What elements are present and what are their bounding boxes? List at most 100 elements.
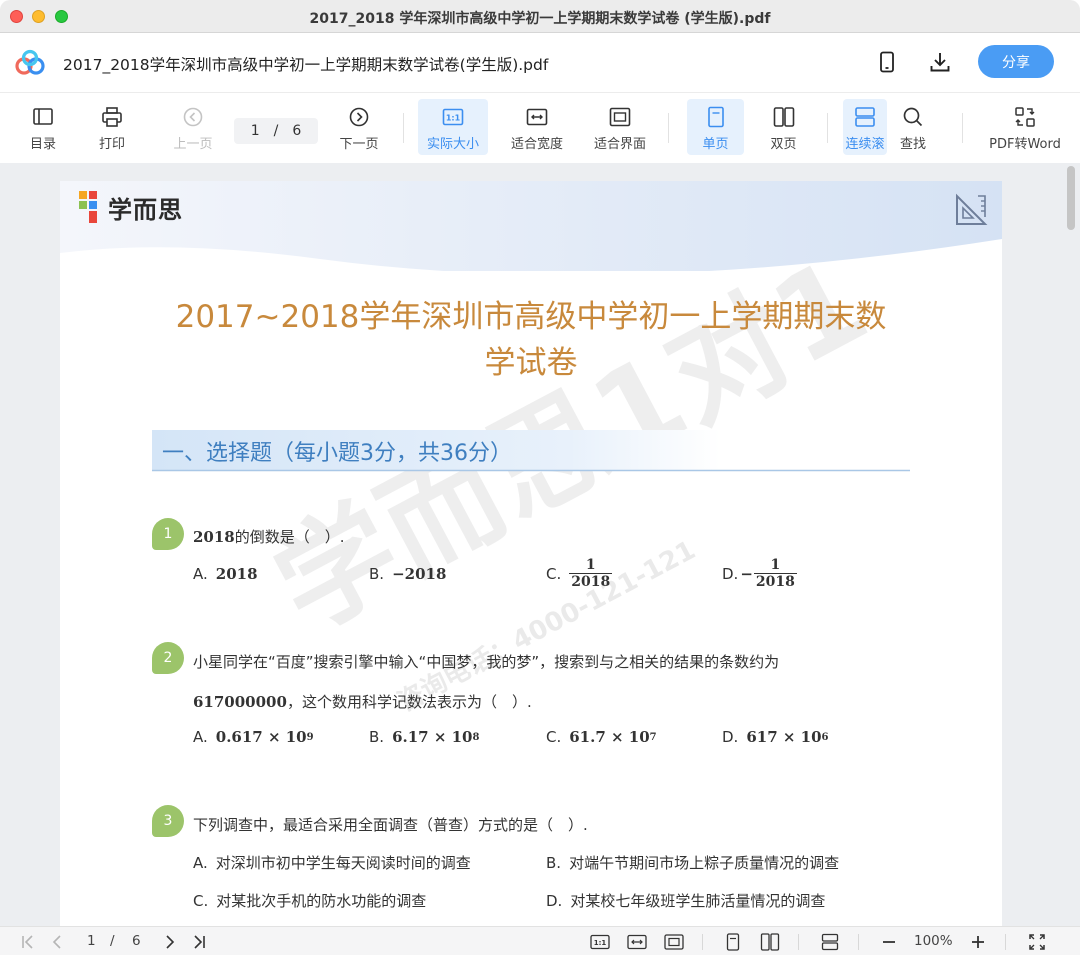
page-header-banner	[60, 181, 1002, 271]
search-icon	[903, 107, 923, 127]
q3-option-c: C. 对某批次手机的防水功能的调查	[193, 891, 427, 911]
fit-page-icon	[609, 107, 631, 127]
app-header: 2017_2018学年深圳市高级中学初一上学期期末数学试卷(学生版).pdf 分…	[0, 33, 1080, 93]
single-page-button[interactable]: 单页	[687, 99, 744, 155]
fit-width-icon[interactable]	[627, 932, 647, 952]
question-2-text: 小星同学在“百度”搜索引擎中输入“中国梦，我的梦”，搜索到与之相关的结果的条数约…	[193, 653, 780, 671]
doc-title-line1: 2017~2018学年深圳市高级中学初一上学期期末数	[175, 299, 887, 335]
fit-width-button[interactable]: 适合宽度	[502, 99, 572, 155]
q1-option-d: D. − 1 2018	[722, 557, 797, 590]
q1-option-b: B. −2018	[369, 565, 447, 583]
share-button[interactable]: 分享	[978, 45, 1054, 78]
question-1-text: 2018的倒数是（ ）.	[193, 528, 345, 546]
toolbar-divider	[403, 113, 404, 143]
q2-option-d: D. 617 × 10 6	[722, 728, 829, 746]
section-title: 一、选择题（每小题3分，共36分）	[162, 441, 512, 466]
mobile-icon[interactable]	[874, 49, 900, 75]
question-3-text: 下列调查中，最适合采用全面调查（普查）方式的是（ ）.	[193, 816, 588, 834]
prev-page-label: 上一页	[173, 137, 213, 152]
next-page-button[interactable]: 下一页	[324, 99, 394, 155]
double-page-icon[interactable]	[760, 932, 780, 952]
window-title: 2017_2018 学年深圳市高级中学初一上学期期末数学试卷 (学生版).pdf	[309, 11, 771, 27]
fit-width-label: 适合宽度	[510, 137, 563, 152]
toolbar: 目录 打印 上一页 下一页 1:1 实际大小 适合宽度 适合界面 单页 双页 连…	[0, 93, 1080, 163]
chevron-right-circle-icon	[349, 107, 369, 127]
double-page-label: 双页	[770, 137, 797, 152]
single-page-label: 单页	[702, 137, 729, 152]
toc-icon	[33, 108, 53, 125]
document-name: 2017_2018学年深圳市高级中学初一上学期期末数学试卷(学生版).pdf	[63, 56, 549, 74]
svg-text:1:1: 1:1	[446, 114, 461, 123]
print-label: 打印	[98, 137, 125, 152]
svg-text:1:1: 1:1	[594, 939, 607, 947]
doc-title-line2: 学试卷	[484, 345, 578, 381]
question-number-badge: 2	[152, 642, 184, 674]
next-page-icon[interactable]	[160, 932, 180, 952]
prev-page-icon[interactable]	[47, 932, 67, 952]
toolbar-divider	[827, 113, 828, 143]
q1-option-a: A. 2018	[193, 565, 258, 583]
toolbar-divider	[962, 113, 963, 143]
chevron-left-circle-icon	[183, 107, 203, 127]
brand-logo: 学而思	[78, 189, 183, 225]
printer-icon	[102, 107, 122, 127]
q3-option-b: B. 对端午节期间市场上粽子质量情况的调查	[546, 853, 840, 873]
single-page-icon[interactable]	[723, 932, 743, 952]
single-page-icon	[707, 106, 724, 128]
next-page-label: 下一页	[339, 137, 379, 152]
page-current: 1	[250, 123, 260, 139]
actual-size-button[interactable]: 1:1 实际大小	[418, 99, 488, 155]
status-divider	[798, 934, 799, 950]
prev-page-button[interactable]: 上一页	[158, 99, 228, 155]
continuous-scroll-icon	[855, 107, 875, 127]
continuous-scroll-icon[interactable]	[820, 932, 840, 952]
actual-size-icon[interactable]: 1:1	[590, 932, 610, 952]
fit-page-button[interactable]: 适合界面	[585, 99, 655, 155]
find-label: 查找	[899, 137, 926, 152]
brand-name: 学而思	[108, 195, 183, 224]
status-page-total: 6	[132, 933, 141, 949]
actual-size-label: 实际大小	[426, 137, 479, 152]
zoom-in-icon[interactable]	[968, 932, 988, 952]
question-number-badge: 3	[152, 805, 184, 837]
app-logo-icon	[15, 49, 45, 75]
pdf-to-word-button[interactable]: PDF转Word	[984, 99, 1066, 155]
q2-option-b: B. 6.17 × 10 8	[369, 728, 480, 746]
actual-size-icon: 1:1	[442, 108, 464, 126]
question-2-text-line2: 617000000，这个数用科学记数法表示为（ ）.	[193, 693, 532, 711]
zoom-level[interactable]: 100%	[914, 933, 953, 949]
fit-page-icon[interactable]	[664, 932, 684, 952]
status-page-current[interactable]: 1	[87, 933, 96, 949]
first-page-icon[interactable]	[18, 932, 38, 952]
print-button[interactable]: 打印	[77, 99, 147, 155]
page-total: 6	[292, 123, 302, 139]
pdf-to-word-label: PDF转Word	[989, 137, 1061, 152]
q2-option-a: A. 0.617 × 10 9	[193, 728, 314, 746]
toc-label: 目录	[29, 137, 56, 152]
find-button[interactable]: 查找	[878, 99, 948, 155]
download-icon[interactable]	[927, 49, 953, 75]
fit-width-icon	[526, 108, 548, 126]
status-page-separator: /	[110, 933, 115, 949]
fit-page-label: 适合界面	[593, 137, 646, 152]
toc-button[interactable]: 目录	[8, 99, 78, 155]
double-page-icon	[773, 107, 794, 127]
vertical-scrollbar[interactable]	[1067, 166, 1075, 230]
page-separator: /	[273, 123, 279, 139]
status-bar: 1 / 6 1:1 100%	[0, 926, 1080, 955]
set-square-icon	[956, 193, 988, 225]
double-page-button[interactable]: 双页	[755, 99, 812, 155]
page-number-input[interactable]: 1 / 6	[234, 118, 318, 144]
toolbar-divider	[668, 113, 669, 143]
question-number-badge: 1	[152, 518, 184, 550]
pdf-page: 学而思 学而思1对1 咨询电话：4000-121-121 2017~2018学年…	[60, 181, 1002, 941]
q1-option-c: C. 1 2018	[546, 557, 613, 590]
convert-icon	[1015, 107, 1035, 127]
q3-option-d: D. 对某校七年级班学生肺活量情况的调查	[546, 891, 826, 911]
status-divider	[1005, 934, 1006, 950]
fullscreen-icon[interactable]	[1027, 932, 1047, 952]
q3-option-a: A. 对深圳市初中学生每天阅读时间的调查	[193, 853, 471, 873]
zoom-out-icon[interactable]	[879, 932, 899, 952]
last-page-icon[interactable]	[189, 932, 209, 952]
q2-option-c: C. 61.7 × 10 7	[546, 728, 657, 746]
